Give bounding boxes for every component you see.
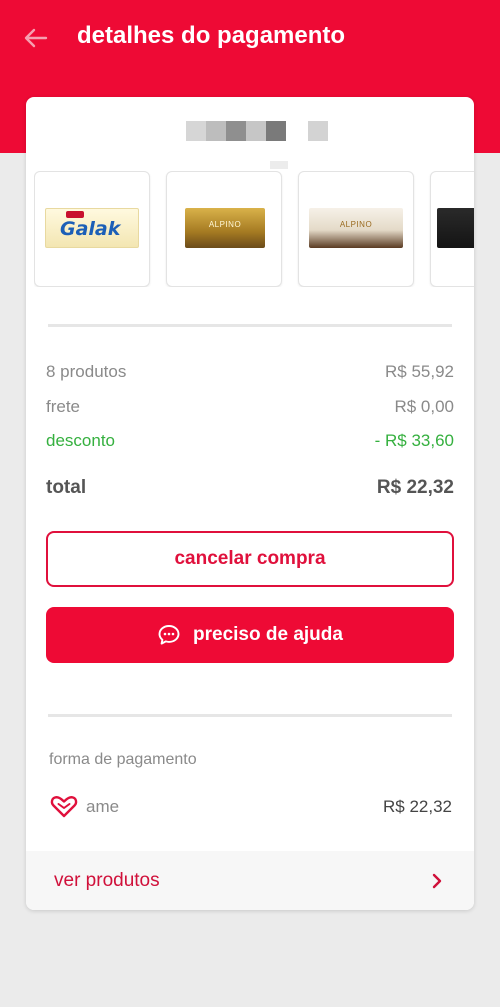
discount-row: desconto - R$ 33,60	[46, 431, 454, 451]
total-row: total R$ 22,32	[46, 477, 454, 499]
ame-heart-icon	[50, 796, 78, 818]
total-value: R$ 22,32	[376, 477, 454, 498]
divider	[48, 714, 452, 717]
products-subtotal-row: 8 produtos R$ 55,92	[46, 362, 454, 382]
product-image-galak: Galak	[45, 208, 139, 248]
payment-method-name: ame	[86, 797, 120, 816]
store-subtitle-redacted	[270, 161, 288, 169]
view-products-link[interactable]: ver produtos	[26, 851, 474, 910]
discount-value: - R$ 33,60	[374, 431, 454, 450]
need-help-label: preciso de ajuda	[193, 624, 343, 645]
product-card-dark-chocolate[interactable]	[430, 171, 474, 287]
product-card-galak[interactable]: Galak	[34, 171, 150, 287]
cancel-purchase-button[interactable]: cancelar compra	[46, 531, 454, 587]
shipping-label: frete	[46, 397, 81, 416]
product-brand-text: ALPINO	[339, 220, 373, 229]
payment-method-heading: forma de pagamento	[49, 751, 197, 768]
cancel-purchase-label: cancelar compra	[174, 548, 326, 569]
need-help-button[interactable]: preciso de ajuda	[46, 607, 454, 663]
products-subtotal-value: R$ 55,92	[385, 362, 454, 381]
payment-method-amount: R$ 22,32	[383, 797, 452, 816]
product-brand-text: Galak	[60, 218, 121, 240]
page-title: detalhes do pagamento	[77, 22, 346, 49]
payment-method-row: ame R$ 22,32	[50, 795, 452, 819]
chat-bubble-icon	[158, 625, 180, 645]
product-card-alpino-gold[interactable]: ALPINO	[166, 171, 282, 287]
store-name-redacted	[186, 121, 328, 141]
payment-details-card: Galak ALPINO ALPINO 8 produtos R$ 55,92 …	[26, 97, 474, 910]
products-count-label: 8 produtos	[46, 362, 127, 381]
divider	[48, 324, 452, 327]
product-image-dark-chocolate	[437, 208, 474, 248]
chevron-right-icon	[432, 873, 442, 888]
product-brand-text: ALPINO	[208, 220, 242, 229]
product-image-alpino-white: ALPINO	[309, 208, 403, 248]
product-carousel[interactable]: Galak ALPINO ALPINO	[34, 171, 474, 287]
arrow-left-icon	[24, 28, 48, 48]
product-image-alpino-gold: ALPINO	[185, 208, 265, 248]
total-label: total	[46, 477, 87, 498]
back-button[interactable]	[22, 24, 50, 52]
view-products-label: ver produtos	[54, 869, 160, 891]
shipping-value: R$ 0,00	[394, 397, 454, 416]
product-card-alpino-white[interactable]: ALPINO	[298, 171, 414, 287]
brand-logo	[66, 211, 84, 218]
discount-label: desconto	[46, 431, 115, 450]
shipping-row: frete R$ 0,00	[46, 397, 454, 417]
